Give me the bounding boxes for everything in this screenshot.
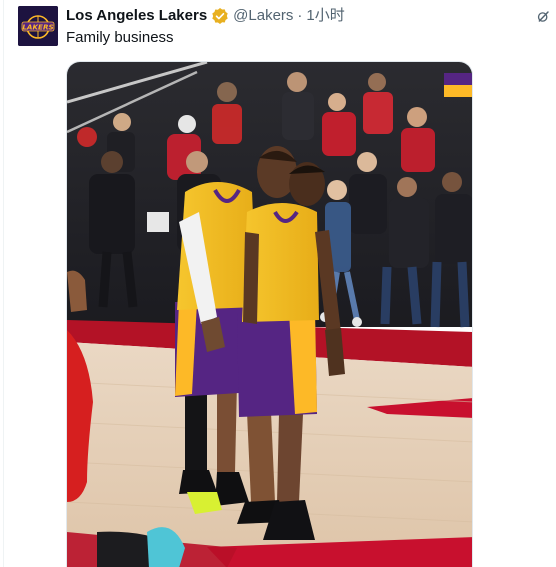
tweet-media-video[interactable]	[66, 61, 473, 567]
basketball-game-photo	[67, 62, 472, 567]
avatar-logo-text: LAKERS	[22, 22, 53, 31]
user-handle[interactable]: @Lakers	[233, 6, 293, 26]
verified-badge-icon[interactable]	[211, 7, 229, 25]
header-separator: ·	[297, 7, 303, 24]
avatar[interactable]: LAKERS	[18, 6, 58, 46]
tweet-timestamp[interactable]: 1小时	[306, 6, 344, 26]
lakers-logo: LAKERS	[18, 6, 58, 46]
tweet[interactable]: LAKERS Los Angeles Lakers @Lakers · 1小时 …	[0, 0, 556, 567]
display-name[interactable]: Los Angeles Lakers	[66, 6, 207, 26]
tweet-header: Los Angeles Lakers @Lakers · 1小时	[66, 6, 345, 26]
grok-icon[interactable]	[535, 9, 551, 25]
tweet-text: Family business	[66, 29, 174, 46]
